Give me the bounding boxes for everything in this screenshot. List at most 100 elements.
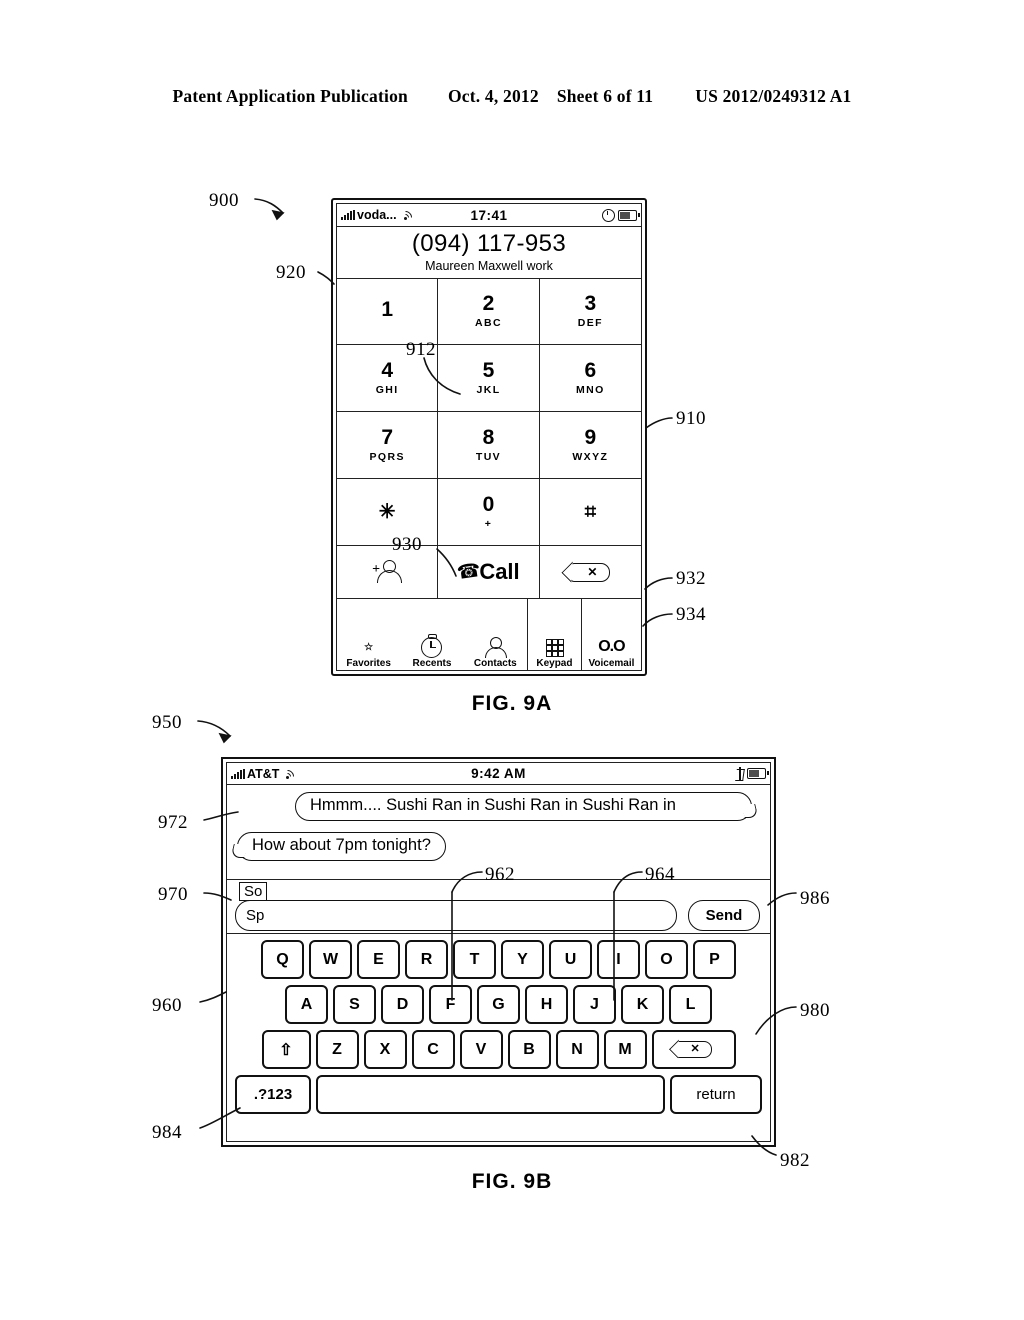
keyboard-row-2: A S D F G H J K L	[235, 985, 762, 1024]
keypad-key-3[interactable]: 3 DEF	[539, 278, 641, 345]
delete-button[interactable]: ✕	[540, 546, 641, 598]
dial-keypad[interactable]: 1 2 ABC 3 DEF 4 GHI 5 JKL 6 MNO 7 PQRS 8 TUV 9 W…	[337, 278, 641, 546]
send-button[interactable]: Send	[688, 900, 760, 931]
key-I[interactable]: I	[597, 940, 640, 979]
tab-recents[interactable]: Recents	[400, 598, 463, 670]
ref-920: 920	[276, 262, 306, 283]
add-contact-button[interactable]: +	[337, 546, 439, 598]
key-P[interactable]: P	[693, 940, 736, 979]
backspace-key[interactable]: ✕	[651, 1030, 736, 1069]
key-digit: 0	[482, 493, 495, 516]
key-F[interactable]: F	[429, 985, 472, 1024]
autocomplete-suggestion[interactable]: So	[239, 882, 268, 901]
header-patent-number: US 2012/0249312 A1	[695, 86, 852, 106]
keypad-key-8[interactable]: 8 TUV	[438, 412, 540, 479]
publication-header: Patent Application Publication Oct. 4, 2…	[0, 86, 1024, 107]
star-icon: ☆	[364, 641, 374, 653]
call-button[interactable]: Call	[438, 546, 540, 598]
key-digit: 4	[381, 359, 393, 382]
key-G[interactable]: G	[477, 985, 520, 1024]
key-O[interactable]: O	[645, 940, 688, 979]
ref-900: 900	[209, 190, 239, 211]
status-time: 17:41	[470, 207, 508, 223]
ref-980: 980	[800, 1000, 830, 1021]
clock-icon	[421, 633, 443, 658]
fig9b-caption: FIG. 9B	[471, 1170, 553, 1193]
keypad-grid-icon	[546, 636, 565, 658]
keypad-key-2[interactable]: 2 ABC	[438, 278, 540, 345]
key-V[interactable]: V	[459, 1030, 503, 1069]
tab-label: Keypad	[536, 658, 573, 669]
tab-bar: ☆ Favorites Recents Contacts Keypad O.O …	[337, 598, 641, 670]
header-date: Oct. 4, 2012	[447, 86, 539, 106]
keypad-key-6[interactable]: 6 MNO	[539, 345, 641, 412]
key-B[interactable]: B	[507, 1030, 551, 1069]
key-T[interactable]: T	[453, 940, 496, 979]
keypad-key-7[interactable]: 7 PQRS	[337, 412, 439, 479]
key-letters: MNO	[575, 384, 605, 396]
key-L[interactable]: L	[669, 985, 712, 1024]
key-J[interactable]: J	[573, 985, 616, 1024]
message-bubble-outgoing: How about 7pm tonight?	[237, 832, 446, 861]
virtual-keyboard[interactable]: Q W E R T Y U I O P A S D F G H J K L ⇧ …	[227, 933, 770, 1141]
action-row: + Call ✕	[337, 546, 641, 599]
header-sheet: Sheet 6 of 11	[556, 86, 654, 106]
key-letters: +	[484, 518, 493, 530]
bluetooth-icon	[735, 767, 744, 780]
key-digit: 6	[584, 359, 597, 382]
key-Y[interactable]: Y	[501, 940, 544, 979]
tab-voicemail[interactable]: O.O Voicemail	[580, 598, 641, 670]
key-X[interactable]: X	[363, 1030, 407, 1069]
patent-drawing-page: Patent Application Publication Oct. 4, 2…	[0, 0, 1024, 1320]
tab-label: Favorites	[346, 658, 391, 669]
tab-label: Contacts	[473, 658, 517, 669]
fig9a-phone-device: voda... 17:41 (094) 117-953 Maureen Maxw…	[331, 198, 647, 676]
space-key[interactable]	[316, 1075, 665, 1114]
key-letters: GHI	[375, 384, 399, 396]
key-C[interactable]: C	[411, 1030, 455, 1069]
ref-972: 972	[158, 812, 188, 833]
message-input[interactable]: Sp	[235, 900, 677, 931]
key-D[interactable]: D	[381, 985, 424, 1024]
tab-favorites[interactable]: ☆ Favorites	[337, 598, 400, 670]
battery-icon	[747, 768, 769, 779]
key-E[interactable]: E	[357, 940, 400, 979]
fig9b-phone-device: AT&T 9:42 AM Hmmm.... Sushi Ran in Sushi…	[221, 757, 776, 1147]
keypad-key-star[interactable]: ✳	[337, 479, 439, 546]
key-digit: ✳	[378, 501, 396, 523]
person-icon	[484, 636, 508, 658]
numeric-key[interactable]: .?123	[235, 1075, 311, 1114]
status-bar-b: AT&T 9:42 AM	[227, 763, 770, 785]
key-A[interactable]: A	[285, 985, 328, 1024]
key-S[interactable]: S	[333, 985, 376, 1024]
ref-910: 910	[676, 408, 706, 429]
key-K[interactable]: K	[621, 985, 664, 1024]
key-H[interactable]: H	[525, 985, 568, 1024]
key-U[interactable]: U	[549, 940, 592, 979]
keypad-key-5[interactable]: 5 JKL	[438, 345, 540, 412]
key-letters: PQRS	[369, 451, 405, 463]
key-R[interactable]: R	[405, 940, 448, 979]
key-letters: WXYZ	[572, 451, 609, 463]
key-M[interactable]: M	[603, 1030, 647, 1069]
key-letters: DEF	[577, 317, 603, 329]
keypad-key-9[interactable]: 9 WXYZ	[539, 412, 641, 479]
key-N[interactable]: N	[555, 1030, 599, 1069]
backspace-icon: ✕	[676, 1041, 712, 1058]
ref-934: 934	[676, 604, 706, 625]
message-bubble-incoming: Hmmm.... Sushi Ran in Sushi Ran in Sushi…	[295, 792, 752, 821]
key-Q[interactable]: Q	[261, 940, 304, 979]
shift-key[interactable]: ⇧	[261, 1030, 311, 1069]
key-W[interactable]: W	[309, 940, 352, 979]
ref-930: 930	[392, 534, 422, 555]
keypad-key-1[interactable]: 1	[337, 278, 439, 345]
ref-986: 986	[800, 888, 830, 909]
tab-keypad[interactable]: Keypad	[527, 598, 581, 670]
return-key[interactable]: return	[670, 1075, 762, 1114]
status-time: 9:42 AM	[471, 766, 526, 781]
dialed-number: (094) 117-953	[411, 230, 567, 257]
keypad-key-0[interactable]: 0 +	[438, 479, 540, 546]
keypad-key-hash[interactable]: ⌗	[539, 479, 641, 546]
key-Z[interactable]: Z	[315, 1030, 359, 1069]
tab-contacts[interactable]: Contacts	[464, 598, 527, 670]
